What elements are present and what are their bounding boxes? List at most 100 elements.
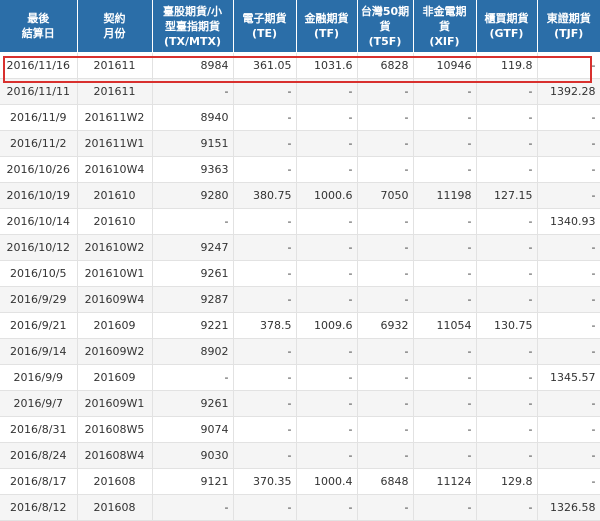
- cell-settlement-date: 2016/10/5: [0, 260, 78, 287]
- cell-tx-mtx: 8984: [152, 52, 234, 79]
- cell-t5f: -: [357, 338, 414, 365]
- cell-contract-month: 201609W2: [77, 338, 153, 365]
- cell-tx-mtx: 9221: [152, 312, 234, 339]
- cell-tf: 1009.6: [296, 312, 358, 339]
- cell-te: -: [233, 78, 297, 105]
- settlement-table: 最後 結算日 契約 月份 臺股期貨/小 型臺指期貨 (TX/MTX) 電子期貨 (TE) 金融期貨…: [0, 0, 600, 521]
- cell-tf: 1000.4: [296, 468, 358, 495]
- cell-settlement-date: 2016/9/14: [0, 338, 78, 365]
- cell-t5f: 6828: [357, 52, 414, 79]
- cell-tx-mtx: 9151: [152, 130, 234, 157]
- column-header-line: 貨: [439, 19, 450, 33]
- cell-tf: -: [296, 104, 358, 131]
- cell-te: -: [233, 130, 297, 157]
- cell-gtf: -: [476, 78, 538, 105]
- cell-tf: -: [296, 442, 358, 469]
- cell-settlement-date: 2016/9/7: [0, 390, 78, 417]
- column-header-te: 電子期貨 (TE): [233, 0, 297, 53]
- column-header-t5f: 台灣50期貨 (T5F): [357, 0, 414, 53]
- cell-contract-month: 201610W2: [77, 234, 153, 261]
- cell-tx-mtx: -: [152, 208, 234, 235]
- cell-tjf: 1326.58: [537, 494, 600, 521]
- cell-t5f: -: [357, 286, 414, 313]
- cell-tf: -: [296, 260, 358, 287]
- cell-gtf: -: [476, 104, 538, 131]
- cell-contract-month: 201611W2: [77, 104, 153, 131]
- cell-gtf: -: [476, 260, 538, 287]
- cell-gtf: 119.8: [476, 52, 538, 79]
- column-header-tf: 金融期貨 (TF): [296, 0, 358, 53]
- table-row: 2016/11/11 201611- - - - - -1392.28: [0, 78, 600, 105]
- cell-settlement-date: 2016/10/26: [0, 156, 78, 183]
- cell-t5f: 6848: [357, 468, 414, 495]
- column-header-xif: 非金電期貨 (XIF): [413, 0, 477, 53]
- cell-tx-mtx: 8940: [152, 104, 234, 131]
- cell-xif: -: [413, 260, 477, 287]
- cell-gtf: -: [476, 130, 538, 157]
- cell-te: 378.5: [233, 312, 297, 339]
- cell-te: -: [233, 338, 297, 365]
- cell-contract-month: 201611W1: [77, 130, 153, 157]
- column-header-line: 月份: [103, 27, 126, 40]
- cell-xif: -: [413, 130, 477, 157]
- cell-te: -: [233, 442, 297, 469]
- column-header-tjf: 東證期貨 (TJF): [537, 0, 600, 53]
- cell-t5f: -: [357, 494, 414, 521]
- cell-tjf: -: [537, 130, 600, 157]
- cell-tx-mtx: 9261: [152, 390, 234, 417]
- cell-gtf: -: [476, 208, 538, 235]
- cell-te: -: [233, 156, 297, 183]
- cell-t5f: 6932: [357, 312, 414, 339]
- cell-xif: -: [413, 104, 477, 131]
- table-row: 2016/9/29 201609W4 9287- - - - - -: [0, 286, 600, 313]
- column-header-tx-mtx: 臺股期貨/小 型臺指期貨 (TX/MTX): [152, 0, 234, 53]
- table-row: 2016/9/14 201609W2 8902- - - - - -: [0, 338, 600, 365]
- cell-tx-mtx: -: [152, 494, 234, 521]
- cell-tjf: -: [537, 312, 600, 339]
- column-header-line: 台灣50期: [360, 4, 410, 18]
- column-header-line: 貨: [379, 19, 391, 33]
- cell-tf: 1000.6: [296, 182, 358, 209]
- cell-xif: 10946: [413, 52, 477, 79]
- cell-te: -: [233, 416, 297, 443]
- cell-tjf: -: [537, 182, 600, 209]
- table-row: 2016/9/9 201609- - - - - -1345.57: [0, 364, 600, 391]
- cell-contract-month: 201608W5: [77, 416, 153, 443]
- cell-tx-mtx: 9074: [152, 416, 234, 443]
- table-row: 2016/10/26 201610W4 9363- - - - - -: [0, 156, 600, 183]
- cell-gtf: -: [476, 416, 538, 443]
- cell-t5f: -: [357, 416, 414, 443]
- column-header-line: (TF): [313, 27, 340, 40]
- cell-contract-month: 201608W4: [77, 442, 153, 469]
- cell-tf: -: [296, 286, 358, 313]
- cell-t5f: -: [357, 156, 414, 183]
- cell-xif: -: [413, 286, 477, 313]
- cell-gtf: 129.8: [476, 468, 538, 495]
- table-row: 2016/10/14 201610- - - - - -1340.93: [0, 208, 600, 235]
- column-header-line: 型臺指期貨: [165, 19, 220, 33]
- cell-tx-mtx: 9261: [152, 260, 234, 287]
- cell-t5f: -: [357, 364, 414, 391]
- cell-contract-month: 201611: [77, 52, 153, 79]
- table-row: 2016/8/31 201608W5 9074- - - - - -: [0, 416, 600, 443]
- cell-tx-mtx: -: [152, 78, 234, 105]
- cell-gtf: -: [476, 234, 538, 261]
- cell-te: -: [233, 390, 297, 417]
- cell-tjf: -: [537, 390, 600, 417]
- column-header-line: 結算日: [21, 27, 55, 40]
- cell-gtf: -: [476, 364, 538, 391]
- cell-tx-mtx: 9287: [152, 286, 234, 313]
- cell-settlement-date: 2016/11/11: [0, 78, 78, 105]
- cell-tf: -: [296, 338, 358, 365]
- cell-settlement-date: 2016/9/29: [0, 286, 78, 313]
- cell-tf: 1031.6: [296, 52, 358, 79]
- cell-t5f: -: [357, 390, 414, 417]
- cell-te: -: [233, 286, 297, 313]
- cell-t5f: -: [357, 130, 414, 157]
- cell-settlement-date: 2016/8/31: [0, 416, 78, 443]
- cell-xif: -: [413, 364, 477, 391]
- cell-te: -: [233, 234, 297, 261]
- cell-xif: -: [413, 416, 477, 443]
- cell-tf: -: [296, 130, 358, 157]
- cell-tjf: -: [537, 286, 600, 313]
